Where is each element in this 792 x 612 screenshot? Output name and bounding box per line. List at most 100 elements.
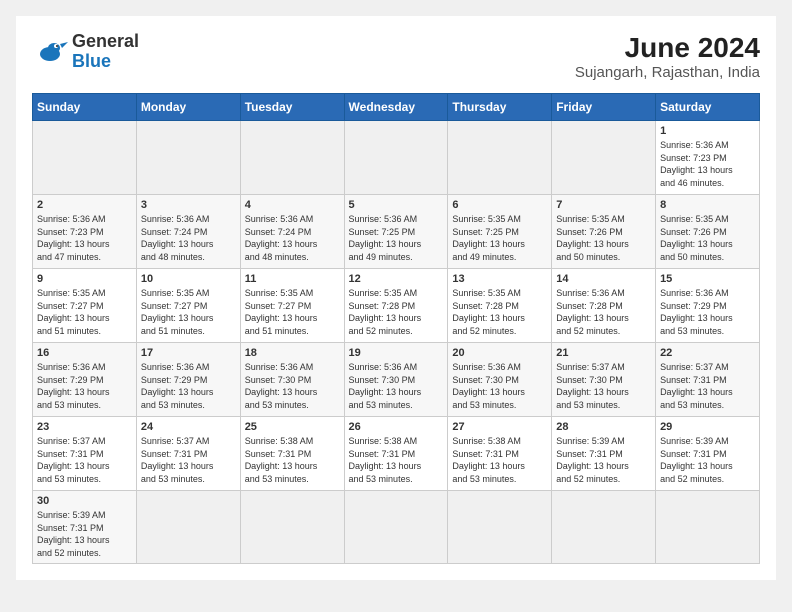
calendar-week-5: 23 Sunrise: 5:37 AM Sunset: 7:31 PM Dayli… [33, 417, 760, 491]
day-number: 18 [245, 347, 340, 359]
calendar-cell: 15 Sunrise: 5:36 AM Sunset: 7:29 PM Dayli… [656, 269, 760, 343]
day-info: Sunrise: 5:35 AM Sunset: 7:28 PM Dayligh… [452, 287, 547, 337]
day-number: 10 [141, 273, 236, 285]
day-number: 22 [660, 347, 755, 359]
calendar-cell: 13Sunrise: 5:35 AM Sunset: 7:28 PM Dayli… [448, 269, 552, 343]
day-info: Sunrise: 5:36 AM Sunset: 7:24 PM Dayligh… [245, 213, 340, 263]
day-info: Sunrise: 5:39 AM Sunset: 7:31 PM Dayligh… [556, 435, 651, 485]
calendar-cell: 16Sunrise: 5:36 AM Sunset: 7:29 PM Dayli… [33, 343, 137, 417]
day-number: 23 [37, 421, 132, 433]
calendar-cell [344, 491, 448, 564]
day-number: 3 [141, 199, 236, 211]
calendar-cell: 10 Sunrise: 5:35 AM Sunset: 7:27 PM Dayli… [136, 269, 240, 343]
calendar-week-1: 1Sunrise: 5:36 AM Sunset: 7:23 PM Daylig… [33, 121, 760, 195]
day-info: Sunrise: 5:36 AM Sunset: 7:28 PM Dayligh… [556, 287, 651, 337]
day-info: Sunrise: 5:35 AM Sunset: 7:28 PM Dayligh… [349, 287, 444, 337]
calendar-page: General Blue June 2024 Sujangarh, Rajast… [16, 16, 776, 580]
day-info: Sunrise: 5:38 AM Sunset: 7:31 PM Dayligh… [349, 435, 444, 485]
calendar-cell: 14 Sunrise: 5:36 AM Sunset: 7:28 PM Dayli… [552, 269, 656, 343]
day-info: Sunrise: 5:37 AM Sunset: 7:30 PM Dayligh… [556, 361, 651, 411]
day-number: 7 [556, 199, 651, 211]
day-number: 14 [556, 273, 651, 285]
calendar-cell: 27 Sunrise: 5:38 AM Sunset: 7:31 PM Dayli… [448, 417, 552, 491]
calendar-cell: 26 Sunrise: 5:38 AM Sunset: 7:31 PM Dayli… [344, 417, 448, 491]
day-number: 28 [556, 421, 651, 433]
day-number: 30 [37, 495, 132, 507]
day-info: Sunrise: 5:36 AM Sunset: 7:25 PM Dayligh… [349, 213, 444, 263]
day-number: 24 [141, 421, 236, 433]
day-info: Sunrise: 5:35 AM Sunset: 7:26 PM Dayligh… [660, 213, 755, 263]
day-info: Sunrise: 5:36 AM Sunset: 7:29 PM Dayligh… [141, 361, 236, 411]
day-header-saturday: Saturday [656, 94, 760, 121]
day-info: Sunrise: 5:35 AM Sunset: 7:27 PM Dayligh… [37, 287, 132, 337]
day-info: Sunrise: 5:36 AM Sunset: 7:30 PM Dayligh… [349, 361, 444, 411]
day-info: Sunrise: 5:36 AM Sunset: 7:24 PM Dayligh… [141, 213, 236, 263]
header: General Blue June 2024 Sujangarh, Rajast… [32, 32, 760, 81]
calendar-cell [240, 491, 344, 564]
logo-general: General [72, 32, 139, 52]
calendar-week-2: 2Sunrise: 5:36 AM Sunset: 7:23 PM Daylig… [33, 195, 760, 269]
day-info: Sunrise: 5:37 AM Sunset: 7:31 PM Dayligh… [37, 435, 132, 485]
day-header-tuesday: Tuesday [240, 94, 344, 121]
calendar-cell: 28 Sunrise: 5:39 AM Sunset: 7:31 PM Dayli… [552, 417, 656, 491]
day-number: 8 [660, 199, 755, 211]
day-info: Sunrise: 5:35 AM Sunset: 7:25 PM Dayligh… [452, 213, 547, 263]
calendar-cell: 1Sunrise: 5:36 AM Sunset: 7:23 PM Daylig… [656, 121, 760, 195]
day-info: Sunrise: 5:38 AM Sunset: 7:31 PM Dayligh… [452, 435, 547, 485]
calendar-cell: 30 Sunrise: 5:39 AM Sunset: 7:31 PM Dayli… [33, 491, 137, 564]
calendar-week-3: 9 Sunrise: 5:35 AM Sunset: 7:27 PM Daylig… [33, 269, 760, 343]
day-number: 5 [349, 199, 444, 211]
logo-text: General Blue [72, 32, 139, 72]
calendar-cell: 19Sunrise: 5:36 AM Sunset: 7:30 PM Dayli… [344, 343, 448, 417]
calendar-cell: 2Sunrise: 5:36 AM Sunset: 7:23 PM Daylig… [33, 195, 137, 269]
calendar-cell: 3 Sunrise: 5:36 AM Sunset: 7:24 PM Daylig… [136, 195, 240, 269]
day-header-sunday: Sunday [33, 94, 137, 121]
calendar-cell: 18 Sunrise: 5:36 AM Sunset: 7:30 PM Dayli… [240, 343, 344, 417]
day-number: 2 [37, 199, 132, 211]
day-number: 11 [245, 273, 340, 285]
day-info: Sunrise: 5:35 AM Sunset: 7:27 PM Dayligh… [141, 287, 236, 337]
calendar-cell [33, 121, 137, 195]
day-info: Sunrise: 5:36 AM Sunset: 7:29 PM Dayligh… [660, 287, 755, 337]
day-header-thursday: Thursday [448, 94, 552, 121]
calendar-header-row: SundayMondayTuesdayWednesdayThursdayFrid… [33, 94, 760, 121]
calendar-cell: 29Sunrise: 5:39 AM Sunset: 7:31 PM Dayli… [656, 417, 760, 491]
calendar-cell: 11 Sunrise: 5:35 AM Sunset: 7:27 PM Dayli… [240, 269, 344, 343]
day-info: Sunrise: 5:38 AM Sunset: 7:31 PM Dayligh… [245, 435, 340, 485]
day-header-wednesday: Wednesday [344, 94, 448, 121]
calendar-cell: 6 Sunrise: 5:35 AM Sunset: 7:25 PM Daylig… [448, 195, 552, 269]
calendar-table: SundayMondayTuesdayWednesdayThursdayFrid… [32, 93, 760, 564]
day-number: 21 [556, 347, 651, 359]
calendar-cell [240, 121, 344, 195]
calendar-cell: 22Sunrise: 5:37 AM Sunset: 7:31 PM Dayli… [656, 343, 760, 417]
day-number: 4 [245, 199, 340, 211]
day-number: 20 [452, 347, 547, 359]
day-info: Sunrise: 5:35 AM Sunset: 7:26 PM Dayligh… [556, 213, 651, 263]
calendar-cell [136, 491, 240, 564]
day-number: 17 [141, 347, 236, 359]
title-block: June 2024 Sujangarh, Rajasthan, India [575, 32, 760, 81]
day-number: 16 [37, 347, 132, 359]
day-info: Sunrise: 5:36 AM Sunset: 7:30 PM Dayligh… [245, 361, 340, 411]
calendar-cell [136, 121, 240, 195]
logo-icon [32, 34, 68, 70]
calendar-cell [552, 121, 656, 195]
day-info: Sunrise: 5:35 AM Sunset: 7:27 PM Dayligh… [245, 287, 340, 337]
day-number: 6 [452, 199, 547, 211]
calendar-cell: 24Sunrise: 5:37 AM Sunset: 7:31 PM Dayli… [136, 417, 240, 491]
calendar-cell: 23 Sunrise: 5:37 AM Sunset: 7:31 PM Dayli… [33, 417, 137, 491]
day-info: Sunrise: 5:39 AM Sunset: 7:31 PM Dayligh… [37, 509, 132, 559]
day-number: 9 [37, 273, 132, 285]
day-number: 27 [452, 421, 547, 433]
calendar-cell: 25 Sunrise: 5:38 AM Sunset: 7:31 PM Dayli… [240, 417, 344, 491]
day-number: 15 [660, 273, 755, 285]
calendar-cell: 7 Sunrise: 5:35 AM Sunset: 7:26 PM Daylig… [552, 195, 656, 269]
calendar-cell [448, 491, 552, 564]
calendar-week-6: 30 Sunrise: 5:39 AM Sunset: 7:31 PM Dayli… [33, 491, 760, 564]
day-number: 1 [660, 125, 755, 137]
main-title: June 2024 [575, 32, 760, 64]
day-number: 25 [245, 421, 340, 433]
calendar-week-4: 16 Sunrise: 5:36 AM Sunset: 7:29 PM Dayli… [33, 343, 760, 417]
subtitle: Sujangarh, Rajasthan, India [575, 64, 760, 81]
day-number: 26 [349, 421, 444, 433]
